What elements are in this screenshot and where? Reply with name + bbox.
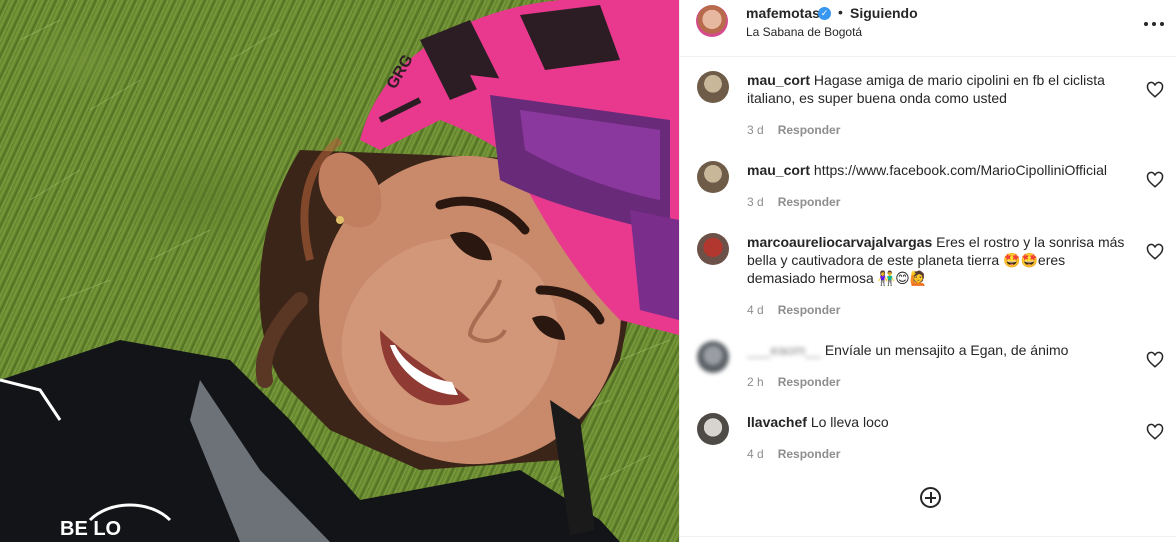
commenter-avatar[interactable] (697, 71, 729, 103)
comment-link[interactable]: https://www.facebook.com/MarioCipolliniO… (814, 162, 1107, 178)
svg-text:BE LO: BE LO (60, 518, 121, 540)
author-avatar[interactable] (696, 5, 728, 37)
post-details-panel: mafemotas ✓ • Siguiendo La Sabana de Bog… (679, 0, 1176, 542)
like-heart-icon[interactable] (1146, 351, 1164, 369)
commenter-avatar[interactable] (697, 413, 729, 445)
reply-button[interactable]: Responder (778, 303, 841, 317)
comment-meta: 3 d Responder (747, 123, 840, 137)
reply-button[interactable]: Responder (778, 375, 841, 389)
comment-body: mau_cort Hagase amiga de mario cipolini … (747, 71, 1127, 107)
commenter-username[interactable]: marcoaureliocarvajalvargas (747, 234, 932, 250)
follow-status-button[interactable]: Siguiendo (850, 5, 918, 21)
like-heart-icon[interactable] (1146, 243, 1164, 261)
commenter-username[interactable]: llavachef (747, 414, 807, 430)
commenter-avatar[interactable] (697, 161, 729, 193)
comment-time: 4 d (747, 447, 764, 461)
selfie-illustration: BE LO GRG (0, 0, 679, 542)
like-heart-icon[interactable] (1146, 81, 1164, 99)
reply-button[interactable]: Responder (778, 195, 841, 209)
more-options-icon[interactable] (1144, 14, 1164, 34)
comment-body: ___eaom__ Envíale un mensajito a Egan, d… (747, 341, 1127, 359)
verified-badge-icon: ✓ (818, 7, 831, 20)
comment-time: 4 d (747, 303, 764, 317)
add-circle-icon[interactable] (920, 487, 941, 508)
divider (680, 536, 1176, 537)
comment-text: Lo lleva loco (810, 414, 889, 430)
comment-body: llavachef Lo lleva loco (747, 413, 1127, 431)
commenter-avatar[interactable] (697, 341, 729, 373)
comment-text: Envíale un mensajito a Egan, de ánimo (824, 342, 1069, 358)
comment-meta: 4 d Responder (747, 447, 840, 461)
comment-body: mau_cort https://www.facebook.com/MarioC… (747, 161, 1127, 179)
like-heart-icon[interactable] (1146, 423, 1164, 441)
post-location[interactable]: La Sabana de Bogotá (746, 25, 862, 39)
comment-meta: 2 h Responder (747, 375, 840, 389)
reply-button[interactable]: Responder (778, 123, 841, 137)
comment-time: 3 d (747, 123, 764, 137)
like-heart-icon[interactable] (1146, 171, 1164, 189)
comment-time: 3 d (747, 195, 764, 209)
comment-meta: 4 d Responder (747, 303, 840, 317)
commenter-username[interactable]: mau_cort (747, 72, 810, 88)
comment-meta: 3 d Responder (747, 195, 840, 209)
author-username[interactable]: mafemotas (746, 5, 820, 21)
commenter-avatar[interactable] (697, 233, 729, 265)
post-header: mafemotas ✓ • Siguiendo La Sabana de Bog… (680, 0, 1176, 57)
header-separator: • (838, 4, 843, 20)
commenter-username[interactable]: mau_cort (747, 162, 810, 178)
reply-button[interactable]: Responder (778, 447, 841, 461)
comment-body: marcoaureliocarvajalvargas Eres el rostr… (747, 233, 1127, 287)
post-photo[interactable]: BE LO GRG (0, 0, 679, 542)
commenter-username[interactable]: ___eaom__ (747, 342, 821, 358)
comment-time: 2 h (747, 375, 764, 389)
